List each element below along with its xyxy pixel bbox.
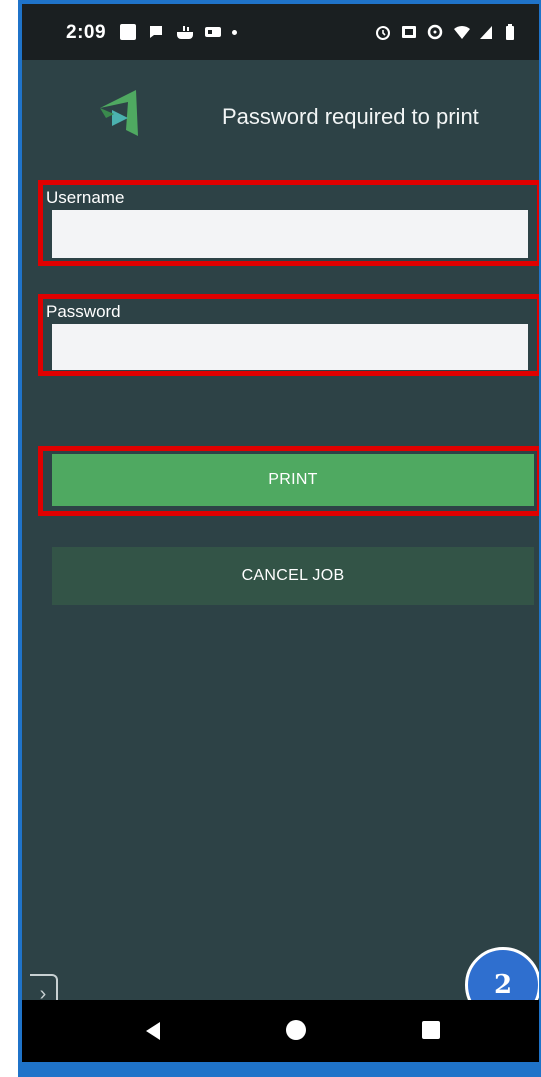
battery-icon [505,24,521,40]
alarm-icon [375,24,391,40]
messenger-icon [148,24,164,40]
username-label: Username [46,188,125,207]
signal-icon [479,24,495,40]
recents-icon[interactable] [422,1021,440,1039]
device-frame: 2:09 Password required to print Username… [18,0,541,1077]
wifi-icon [453,24,470,40]
print-button[interactable]: PRINT [52,454,534,506]
data-saver-icon [427,24,443,40]
password-label: Password [46,302,121,321]
page-title: Password required to print [222,104,479,129]
home-icon[interactable] [286,1020,306,1040]
status-time: 2:09 [66,22,107,43]
status-bar: 2:09 [22,4,539,60]
cast-icon [401,24,417,40]
news-icon [204,24,221,40]
dot-icon [232,29,237,35]
print-app-logo-icon [92,84,148,144]
gallery-icon [120,24,136,40]
password-field[interactable] [52,324,528,370]
navigation-bar [22,1000,539,1062]
username-field[interactable] [52,210,528,258]
cancel-job-button[interactable]: CANCEL JOB [52,547,534,605]
back-icon[interactable] [146,1022,160,1040]
status-right-icons [375,24,521,40]
app-screen: 2:09 Password required to print Username… [22,4,539,1062]
restaurant-icon [176,24,193,40]
status-left-icons [120,24,237,40]
